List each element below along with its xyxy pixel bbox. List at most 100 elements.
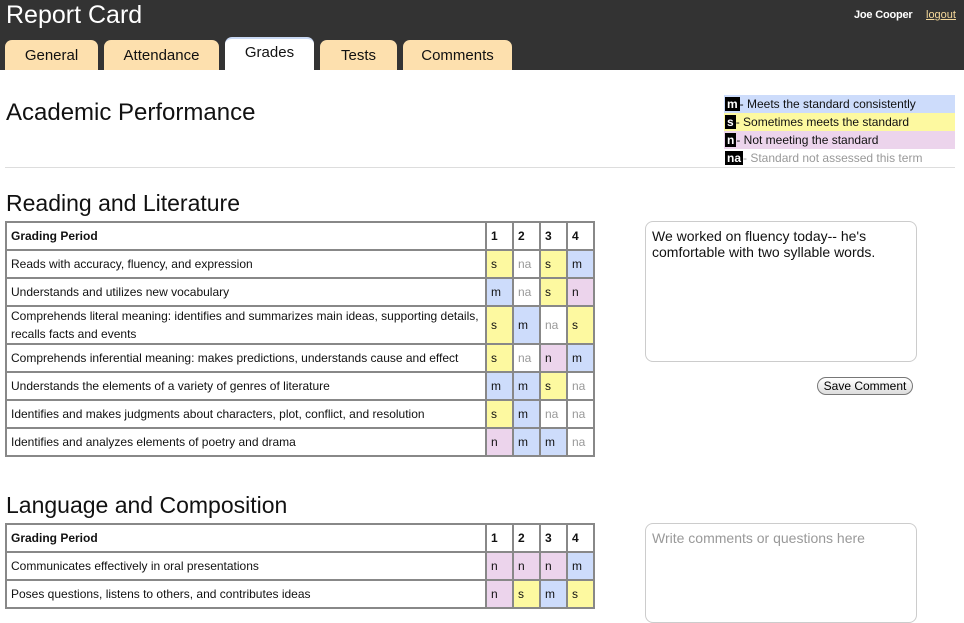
app-title: Report Card bbox=[6, 1, 143, 29]
legend-item-n: n- Not meeting the standard bbox=[724, 131, 955, 149]
standard-label: Poses questions, listens to others, and … bbox=[6, 580, 486, 608]
grade-cell: na bbox=[567, 372, 594, 400]
legend-code: na bbox=[725, 151, 744, 165]
grade-cell: m bbox=[540, 428, 567, 456]
grade-cell: m bbox=[513, 306, 540, 344]
comment-textarea[interactable]: We worked on fluency today-- he's comfor… bbox=[645, 221, 917, 362]
table-row: Comprehends inferential meaning: makes p… bbox=[6, 344, 594, 372]
grade-cell: n bbox=[486, 580, 513, 608]
standard-label: Understands the elements of a variety of… bbox=[6, 372, 486, 400]
grade-cell: na bbox=[513, 250, 540, 278]
grade-cell: s bbox=[540, 278, 567, 306]
table-row: Reads with accuracy, fluency, and expres… bbox=[6, 250, 594, 278]
header-bar: Report Card Joe Cooper logout General Att… bbox=[0, 0, 964, 70]
comment-placeholder[interactable]: Write comments or questions here bbox=[652, 530, 910, 546]
grade-cell: m bbox=[513, 400, 540, 428]
grade-cell: n bbox=[540, 552, 567, 580]
user-name: Joe Cooper bbox=[854, 9, 913, 21]
save-comment-button[interactable]: Save Comment bbox=[817, 377, 913, 395]
standard-label: Communicates effectively in oral present… bbox=[6, 552, 486, 580]
grade-cell: s bbox=[513, 580, 540, 608]
table-row: Understands and utilizes new vocabulary m… bbox=[6, 278, 594, 306]
standard-label: Identifies and makes judgments about cha… bbox=[6, 400, 486, 428]
grade-cell: s bbox=[540, 250, 567, 278]
header-period: 4 bbox=[567, 222, 594, 250]
grade-cell: m bbox=[486, 278, 513, 306]
section-title: Language and Composition bbox=[6, 492, 288, 518]
grade-cell: s bbox=[486, 400, 513, 428]
header-period: 1 bbox=[486, 222, 513, 250]
grade-cell: na bbox=[540, 306, 567, 344]
grade-cell: m bbox=[486, 372, 513, 400]
table-header: Grading Period 1 2 3 4 bbox=[6, 524, 594, 552]
grade-cell: na bbox=[513, 278, 540, 306]
standard-label: Comprehends literal meaning: identifies … bbox=[6, 306, 486, 344]
grade-cell: m bbox=[567, 552, 594, 580]
page-title: Academic Performance bbox=[6, 99, 256, 126]
grade-cell: n bbox=[486, 428, 513, 456]
legend-code: s bbox=[725, 115, 736, 129]
grade-cell: m bbox=[567, 344, 594, 372]
grade-cell: n bbox=[486, 552, 513, 580]
tab-comments[interactable]: Comments bbox=[403, 40, 512, 70]
standard-label: Identifies and analyzes elements of poet… bbox=[6, 428, 486, 456]
legend-text: - Meets the standard consistently bbox=[739, 97, 916, 111]
grade-cell: n bbox=[513, 552, 540, 580]
header-period: 2 bbox=[513, 222, 540, 250]
grade-legend: m- Meets the standard consistently s - Som… bbox=[724, 95, 955, 167]
table-row: Communicates effectively in oral present… bbox=[6, 552, 594, 580]
grades-table: Grading Period 1 2 3 4 Reads with accuracy, f… bbox=[5, 221, 595, 457]
grade-cell: n bbox=[567, 278, 594, 306]
legend-code: n bbox=[725, 133, 737, 147]
grade-cell: m bbox=[567, 250, 594, 278]
tab-general[interactable]: General bbox=[5, 40, 98, 70]
table-row: Comprehends literal meaning: identifies … bbox=[6, 306, 594, 344]
grades-table: Grading Period 1 2 3 4 Communicates effective… bbox=[5, 523, 595, 609]
legend-item-s: s- Sometimes meets the standard bbox=[724, 113, 955, 131]
header-period: 2 bbox=[513, 524, 540, 552]
header-period: 3 bbox=[540, 524, 567, 552]
grade-cell: na bbox=[540, 400, 567, 428]
standard-label: Comprehends inferential meaning: makes p… bbox=[6, 344, 486, 372]
grade-cell: na bbox=[567, 428, 594, 456]
tab-tests[interactable]: Tests bbox=[320, 40, 397, 70]
grade-cell: s bbox=[567, 580, 594, 608]
grade-cell: na bbox=[513, 344, 540, 372]
table-row: Poses questions, listens to others, and … bbox=[6, 580, 594, 608]
tab-bar: General Attendance Grades Tests Comments bbox=[5, 37, 512, 73]
header-period: 4 bbox=[567, 524, 594, 552]
grade-cell: s bbox=[486, 250, 513, 278]
legend-item-na: na - Standard not assessed this term bbox=[724, 149, 955, 167]
grade-cell: s bbox=[486, 344, 513, 372]
grade-cell: s bbox=[486, 306, 513, 344]
standard-label: Understands and utilizes new vocabulary bbox=[6, 278, 486, 306]
legend-item-m: m- Meets the standard consistently bbox=[724, 95, 955, 113]
standard-label: Reads with accuracy, fluency, and expres… bbox=[6, 250, 486, 278]
table-row: Identifies and makes judgments about cha… bbox=[6, 400, 594, 428]
table-header: Grading Period 1 2 3 4 bbox=[6, 222, 594, 250]
tab-grades[interactable]: Grades bbox=[225, 37, 314, 70]
tab-attendance[interactable]: Attendance bbox=[104, 40, 219, 70]
table-row: Identifies and analyzes elements of poet… bbox=[6, 428, 594, 456]
logout-link[interactable]: logout bbox=[926, 9, 956, 21]
header-grading-period: Grading Period bbox=[6, 524, 486, 552]
section-title: Reading and Literature bbox=[6, 190, 240, 216]
grade-cell: s bbox=[567, 306, 594, 344]
grade-cell: s bbox=[540, 372, 567, 400]
legend-text: - Standard not assessed this term bbox=[743, 151, 923, 165]
comment-textarea[interactable]: Write comments or questions here bbox=[645, 523, 917, 623]
header-period: 1 bbox=[486, 524, 513, 552]
legend-code: m bbox=[725, 97, 740, 111]
grade-cell: m bbox=[513, 428, 540, 456]
table-row: Understands the elements of a variety of… bbox=[6, 372, 594, 400]
divider bbox=[5, 167, 955, 168]
grade-cell: n bbox=[540, 344, 567, 372]
legend-text: - Not meeting the standard bbox=[736, 133, 879, 147]
grade-cell: m bbox=[513, 372, 540, 400]
legend-text: - Sometimes meets the standard bbox=[735, 115, 910, 129]
header-period: 3 bbox=[540, 222, 567, 250]
comment-text[interactable]: We worked on fluency today-- he's comfor… bbox=[652, 228, 910, 260]
header-grading-period: Grading Period bbox=[6, 222, 486, 250]
grade-cell: na bbox=[567, 400, 594, 428]
grade-cell: m bbox=[540, 580, 567, 608]
